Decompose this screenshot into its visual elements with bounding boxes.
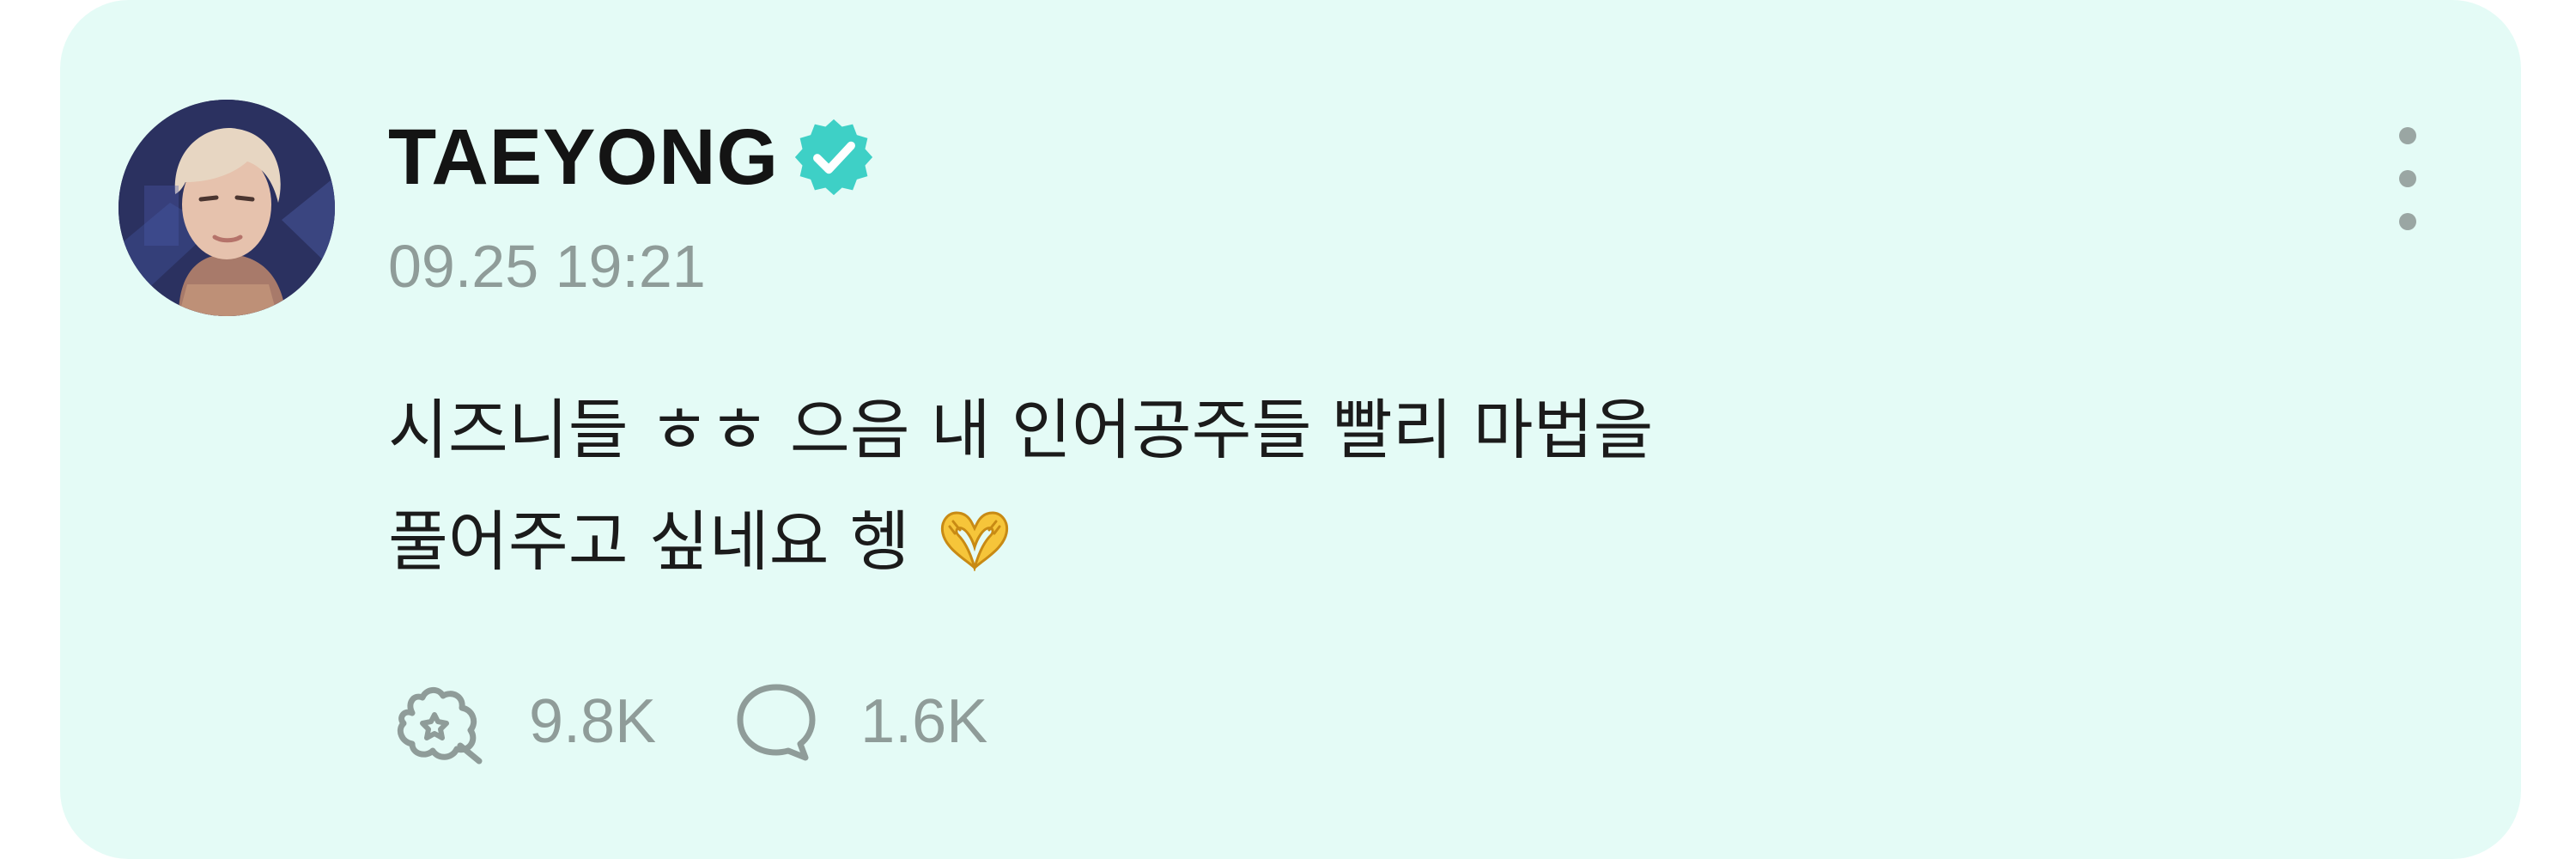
like-icon — [397, 687, 483, 765]
comment-icon — [737, 684, 816, 761]
post-text-line-with-emoji: 풀어주고 싶네요 헹 — [388, 486, 2363, 598]
post-text-line: 풀어주고 싶네요 헹 — [388, 503, 910, 580]
post-timestamp: 09.25 19:21 — [388, 233, 706, 300]
comment-button[interactable]: 1.6K — [733, 680, 987, 763]
author-name[interactable]: TAEYONG — [388, 118, 779, 197]
profile-avatar[interactable] — [118, 100, 335, 316]
more-options-button[interactable] — [2391, 127, 2425, 230]
post-actions: 9.8K 1.6K — [388, 679, 987, 765]
more-dot — [2399, 213, 2416, 230]
post-text-line: 시즈니들 ㅎㅎ 으음 내 인어공주들 빨리 마법을 — [388, 392, 1654, 468]
author-row: TAEYONG — [388, 110, 875, 204]
more-vertical-icon — [2399, 127, 2416, 144]
page: TAEYONG 09.25 19:21 시즈니들 ㅎㅎ 으음 내 인어공주들 빨… — [0, 0, 2576, 859]
like-count: 9.8K — [529, 687, 657, 756]
avatar-image — [118, 100, 335, 316]
comment-count: 1.6K — [860, 687, 988, 756]
more-dot — [2399, 170, 2416, 187]
verified-badge-icon — [794, 119, 873, 196]
heart-hands-emoji — [940, 511, 1008, 571]
post-card: TAEYONG 09.25 19:21 시즈니들 ㅎㅎ 으음 내 인어공주들 빨… — [60, 0, 2521, 859]
like-button[interactable]: 9.8K — [388, 679, 656, 765]
post-body: 시즈니들 ㅎㅎ 으음 내 인어공주들 빨리 마법을 풀어주고 싶네요 헹 — [388, 375, 2363, 598]
